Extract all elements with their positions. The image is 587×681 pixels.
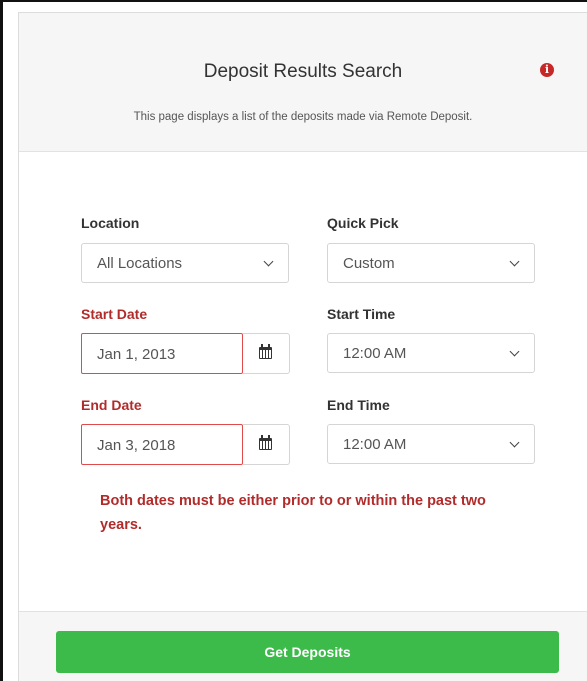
chevron-down-icon [509, 437, 520, 448]
start-time-select[interactable]: 12:00 AM [327, 333, 535, 373]
location-select[interactable]: All Locations [81, 243, 289, 283]
chevron-down-icon [509, 256, 520, 267]
start-date-input[interactable]: Jan 1, 2013 [81, 333, 243, 374]
quick-pick-select-value: Custom [343, 255, 395, 272]
page-description: This page displays a list of the deposit… [133, 111, 473, 123]
get-deposits-button[interactable]: Get Deposits [56, 631, 559, 673]
end-time-label: End Time [327, 397, 390, 413]
quick-pick-label: Quick Pick [327, 215, 399, 231]
start-date-calendar-button[interactable] [243, 333, 290, 374]
end-date-label: End Date [81, 397, 142, 413]
calendar-icon [259, 344, 272, 359]
start-date-label: Start Date [81, 306, 148, 322]
start-date-value: Jan 1, 2013 [97, 346, 176, 363]
chevron-down-icon [263, 256, 274, 267]
date-validation-error: Both dates must be either prior to or wi… [100, 493, 486, 533]
panel-header: Deposit Results Search i This page displ… [19, 13, 587, 152]
location-select-value: All Locations [97, 255, 183, 272]
page-title: Deposit Results Search [203, 61, 403, 82]
info-icon[interactable]: i [540, 63, 554, 77]
panel-footer: Get Deposits [19, 611, 587, 681]
quick-pick-select[interactable]: Custom [327, 243, 535, 283]
start-time-label: Start Time [327, 306, 396, 322]
calendar-icon [259, 435, 272, 450]
location-label: Location [81, 215, 140, 231]
end-date-value: Jan 3, 2018 [97, 437, 176, 454]
end-time-select[interactable]: 12:00 AM [327, 424, 535, 464]
start-time-select-value: 12:00 AM [343, 345, 407, 362]
chevron-down-icon [509, 346, 520, 357]
end-time-select-value: 12:00 AM [343, 436, 407, 453]
end-date-input[interactable]: Jan 3, 2018 [81, 424, 243, 465]
end-date-calendar-button[interactable] [243, 424, 290, 465]
deposit-search-panel: Deposit Results Search i This page displ… [18, 12, 587, 681]
